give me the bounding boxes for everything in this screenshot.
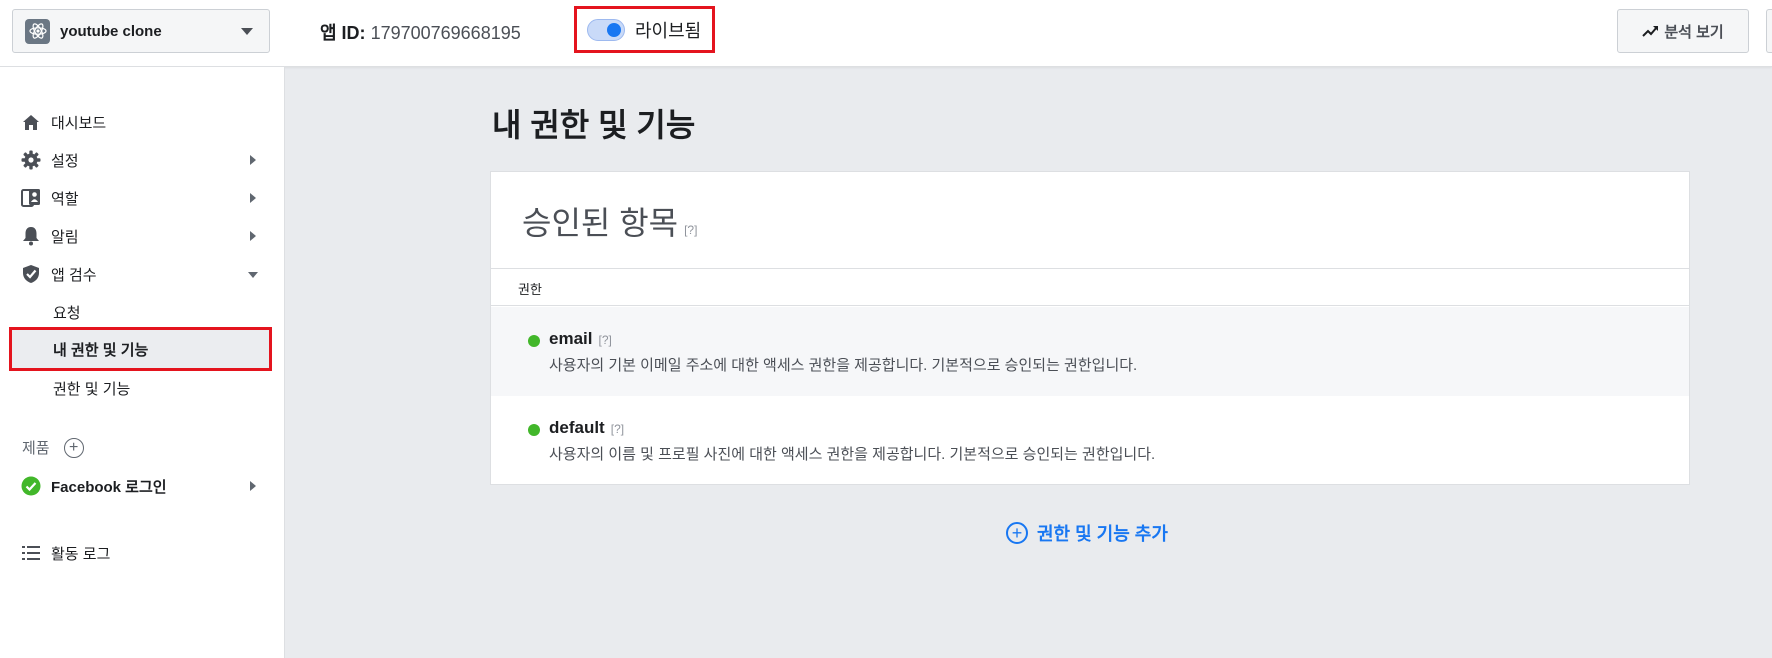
sidebar-subitem-label: 내 권한 및 기능 bbox=[53, 342, 149, 359]
help-link[interactable]: [?] bbox=[598, 333, 611, 347]
plus-circle-icon: + bbox=[1006, 522, 1028, 544]
status-dot-icon bbox=[528, 335, 540, 347]
overflow-button[interactable] bbox=[1766, 9, 1772, 53]
card-title-text: 승인된 항목 bbox=[522, 205, 679, 241]
permission-description: 사용자의 기본 이메일 주소에 대한 액세스 권한을 제공합니다. 기본적으로 … bbox=[549, 357, 1138, 374]
chevron-right-icon bbox=[250, 155, 256, 165]
sidebar-item-label: 앱 검수 bbox=[51, 266, 97, 284]
sidebar-subitem-label: 권한 및 기능 bbox=[53, 380, 131, 398]
status-dot-icon bbox=[528, 424, 540, 436]
card-title: 승인된 항목 [?] bbox=[522, 198, 697, 244]
chevron-down-icon bbox=[248, 272, 258, 278]
products-section: 제품 + bbox=[22, 437, 84, 458]
sidebar-item-label: 활동 로그 bbox=[51, 545, 111, 563]
home-icon bbox=[20, 111, 42, 133]
column-header-label: 권한 bbox=[518, 282, 542, 297]
sidebar-item-alerts[interactable]: 알림 bbox=[20, 221, 262, 251]
sidebar-item-app-review[interactable]: 앱 검수 bbox=[20, 259, 262, 289]
sidebar-item-label: 역할 bbox=[51, 190, 79, 208]
column-header: 권한 bbox=[491, 269, 1689, 306]
sidebar-subitem-requests[interactable]: 요청 bbox=[53, 297, 273, 327]
chevron-down-icon bbox=[241, 28, 253, 35]
live-status-highlight: 라이브됨 bbox=[574, 6, 715, 53]
chevron-right-icon bbox=[250, 231, 256, 241]
app-id-label: 앱 ID: bbox=[320, 23, 366, 43]
gear-icon bbox=[20, 149, 42, 171]
live-toggle[interactable] bbox=[587, 18, 625, 41]
sidebar-subitem-label: 요청 bbox=[53, 304, 81, 322]
app-id-value: 179700769668195 bbox=[370, 23, 521, 43]
shield-check-icon bbox=[20, 263, 42, 285]
roles-icon bbox=[20, 187, 42, 209]
view-analytics-button[interactable]: 분석 보기 bbox=[1617, 9, 1749, 53]
card-header: 승인된 항목 [?] bbox=[491, 172, 1689, 269]
page-title: 내 권한 및 기능 bbox=[492, 107, 696, 143]
add-product-icon[interactable]: + bbox=[63, 437, 84, 458]
sidebar-item-label: Facebook 로그인 bbox=[51, 478, 167, 496]
sidebar-item-label: 알림 bbox=[51, 228, 79, 246]
permission-name: default [?] bbox=[549, 418, 624, 438]
permission-row: email [?] 사용자의 기본 이메일 주소에 대한 액세스 권한을 제공합니… bbox=[491, 307, 1689, 396]
help-link[interactable]: [?] bbox=[684, 223, 697, 237]
sidebar-item-dashboard[interactable]: 대시보드 bbox=[20, 107, 262, 137]
chevron-right-icon bbox=[250, 193, 256, 203]
sidebar-item-roles[interactable]: 역할 bbox=[20, 183, 262, 213]
products-label: 제품 bbox=[22, 440, 50, 457]
bell-icon bbox=[20, 225, 42, 247]
add-permission-label: 권한 및 기능 추가 bbox=[1037, 524, 1168, 544]
help-link[interactable]: [?] bbox=[611, 422, 624, 436]
chevron-right-icon bbox=[250, 481, 256, 491]
trending-up-icon bbox=[1642, 26, 1659, 37]
approved-items-card: 승인된 항목 [?] 권한 email [?] 사용자의 기본 이메일 주소에 대한… bbox=[490, 171, 1690, 485]
check-circle-icon bbox=[20, 475, 42, 497]
live-label: 라이브됨 bbox=[635, 20, 702, 41]
permission-name-text: email bbox=[549, 329, 593, 348]
sidebar-subitem-permissions-features[interactable]: 권한 및 기능 bbox=[53, 373, 273, 403]
list-icon bbox=[20, 542, 42, 564]
app-name: youtube clone bbox=[60, 22, 162, 40]
analytics-label: 분석 보기 bbox=[1664, 23, 1724, 41]
top-bar: youtube clone 앱 ID: 179700769668195 라이브됨… bbox=[0, 0, 1772, 67]
permission-name: email [?] bbox=[549, 329, 612, 349]
permission-row: default [?] 사용자의 이름 및 프로필 사진에 대한 액세스 권한을 … bbox=[491, 396, 1689, 485]
toggle-knob bbox=[607, 22, 621, 37]
sidebar-item-activity-log[interactable]: 활동 로그 bbox=[20, 538, 262, 568]
app-selector[interactable]: youtube clone bbox=[12, 9, 270, 53]
permission-name-text: default bbox=[549, 418, 605, 437]
sidebar-item-facebook-login[interactable]: Facebook 로그인 bbox=[20, 471, 262, 501]
sidebar-item-label: 대시보드 bbox=[51, 114, 107, 132]
atom-icon bbox=[25, 18, 50, 44]
sidebar-item-settings[interactable]: 설정 bbox=[20, 145, 262, 175]
app-id: 앱 ID: 179700769668195 bbox=[320, 19, 521, 45]
permission-description: 사용자의 이름 및 프로필 사진에 대한 액세스 권한을 제공합니다. 기본적으… bbox=[549, 446, 1156, 463]
sidebar-item-label: 설정 bbox=[51, 152, 79, 170]
add-permission-button[interactable]: + 권한 및 기능 추가 bbox=[1006, 520, 1168, 546]
sidebar-subitem-my-permissions[interactable]: 내 권한 및 기능 bbox=[9, 327, 272, 371]
sidebar: 대시보드 설정 역할 알림 앱 검수 요청 내 권한 및 기능 권한 및 기능 … bbox=[0, 67, 285, 658]
